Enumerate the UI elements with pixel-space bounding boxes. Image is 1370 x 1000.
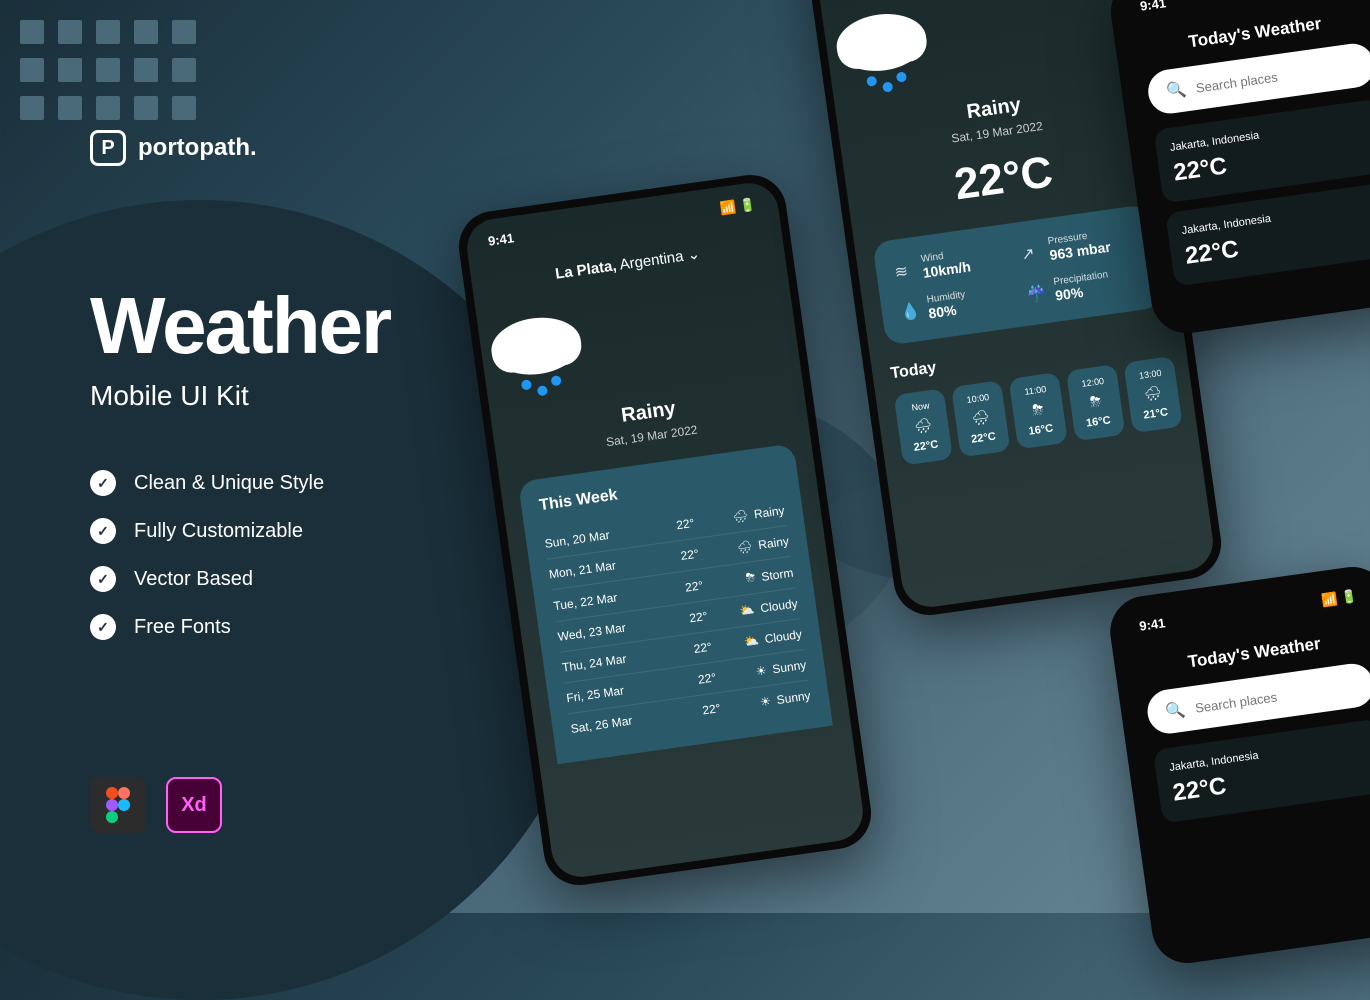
phone-mockup-search-bottom: 9:41 📶 🔋 Today's Weather 🔍 Jakarta, Indo… — [1106, 562, 1370, 967]
weather-stats-card: ≋Wind10km/h ↗Pressure963 mbar 💧Humidity8… — [872, 204, 1162, 346]
brand-name: portopath. — [138, 134, 257, 162]
hour-card[interactable]: Now🌧22°C — [894, 388, 953, 465]
brand-logo: P portopath. — [90, 130, 257, 166]
hourly-section: Today Now🌧22°C 10:00🌧22°C 11:00⛈16°C 12:… — [872, 324, 1197, 468]
logo-icon: P — [90, 130, 126, 166]
sunny-icon: ☀ — [759, 694, 772, 709]
sunny-icon: ☀ — [755, 663, 768, 678]
place-card[interactable]: Jakarta, Indonesia 22°C — [1153, 98, 1370, 203]
humidity-stat: 💧Humidity80% — [898, 283, 1015, 326]
rainy-icon: 🌧 — [1135, 383, 1171, 405]
wind-icon: ≋ — [893, 260, 913, 280]
hour-card[interactable]: 11:00⛈16°C — [1009, 372, 1068, 449]
figma-badge — [90, 777, 146, 833]
search-input[interactable] — [1194, 676, 1370, 715]
place-card[interactable]: Jakarta, Indonesia 22°C — [1153, 718, 1370, 823]
pressure-icon: ↗ — [1020, 242, 1040, 262]
hour-card[interactable]: 12:00⛈16°C — [1066, 364, 1125, 441]
check-icon: ✓ — [90, 566, 116, 592]
xd-badge: Xd — [166, 777, 222, 833]
rainy-icon: 🌧 — [736, 539, 753, 555]
feature-item: ✓Vector Based — [90, 566, 324, 592]
search-icon: 🔍 — [1165, 79, 1188, 102]
rainy-icon: 🌧 — [963, 407, 999, 429]
wind-stat: ≋Wind10km/h — [893, 242, 1010, 285]
check-icon: ✓ — [90, 518, 116, 544]
hero-subtitle: Mobile UI Kit — [90, 380, 249, 412]
search-input[interactable] — [1195, 56, 1370, 95]
tool-badges: Xd — [90, 777, 222, 833]
hero-title: Weather — [90, 280, 390, 372]
storm-icon: ⛈ — [1020, 399, 1056, 421]
feature-item: ✓Clean & Unique Style — [90, 470, 324, 496]
status-time: 9:41 — [1139, 0, 1167, 15]
hour-card[interactable]: 10:00🌧22°C — [951, 380, 1010, 457]
cloudy-icon: ⛅ — [739, 602, 756, 618]
rainy-icon: 🌧 — [905, 415, 941, 437]
status-icons: 📶 🔋 — [719, 196, 757, 217]
precip-icon: ☔ — [1026, 283, 1046, 303]
check-icon: ✓ — [90, 470, 116, 496]
check-icon: ✓ — [90, 614, 116, 640]
status-time: 9:41 — [487, 230, 515, 249]
week-forecast-card: This Week Sun, 20 Mar22°🌧Rainy Mon, 21 M… — [518, 443, 833, 764]
hour-card[interactable]: 13:00🌧21°C — [1123, 356, 1182, 433]
humidity-icon: 💧 — [899, 301, 919, 321]
status-icons: 📶 🔋 — [1321, 588, 1359, 609]
feature-list: ✓Clean & Unique Style ✓Fully Customizabl… — [90, 470, 324, 640]
status-time: 9:41 — [1138, 615, 1166, 634]
precip-stat: ☔Precipitation90% — [1025, 265, 1142, 308]
pressure-stat: ↗Pressure963 mbar — [1019, 224, 1136, 267]
cloudy-icon: ⛅ — [743, 633, 760, 649]
storm-icon: ⛈ — [1077, 391, 1113, 413]
rainy-icon: 🌧 — [732, 508, 749, 524]
decorative-dot-grid — [20, 20, 196, 120]
search-icon: 🔍 — [1164, 699, 1187, 722]
chevron-down-icon: ⌄ — [686, 246, 701, 265]
feature-item: ✓Fully Customizable — [90, 518, 324, 544]
storm-icon: ⛈ — [745, 570, 757, 586]
feature-item: ✓Free Fonts — [90, 614, 324, 640]
